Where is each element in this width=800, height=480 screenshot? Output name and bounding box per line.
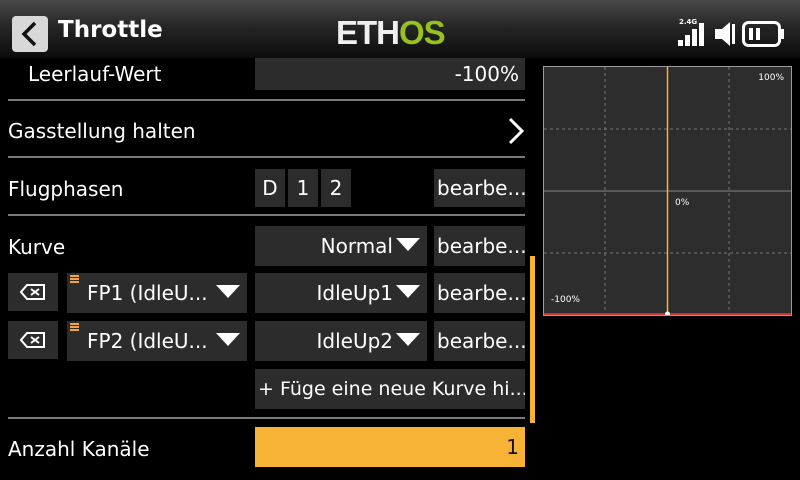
curve-select-value: Normal: [320, 234, 393, 258]
fp1-edit-button[interactable]: bearbe...: [434, 273, 525, 313]
dropdown-arrow-icon: [216, 285, 240, 298]
divider: [8, 156, 525, 158]
flight-modes-edit-button[interactable]: bearbe...: [434, 169, 525, 207]
fp1-curve-value: IdleUp1: [316, 281, 393, 305]
reorder-marker-icon: [70, 323, 79, 332]
back-arrow-icon: [21, 21, 37, 47]
fp1-curve-select[interactable]: IdleUp1: [255, 273, 427, 313]
idle-value-label: Leerlauf-Wert: [28, 62, 162, 86]
divider: [8, 417, 525, 419]
fp1-mode-select[interactable]: FP1 (IdleU...: [67, 273, 247, 313]
top-bar: Throttle ETHOS 2.4G: [0, 0, 800, 58]
add-curve-button[interactable]: + Füge eine neue Kurve hi...: [255, 369, 525, 409]
flight-modes-label: Flugphasen: [8, 177, 124, 201]
delete-icon: [19, 284, 45, 300]
flight-mode-chip-1[interactable]: 1: [288, 169, 318, 207]
graph-label-mid: 0%: [675, 198, 690, 208]
status-icons: 2.4G: [676, 18, 791, 48]
channel-count-field[interactable]: 1: [255, 427, 525, 467]
delete-icon: [19, 332, 45, 348]
fp1-mode-value: FP1 (IdleU...: [87, 281, 208, 305]
back-button[interactable]: [12, 16, 48, 52]
curve-graph-canvas: [544, 67, 791, 315]
idle-value-field[interactable]: -100%: [255, 58, 525, 90]
curve-label: Kurve: [8, 235, 66, 259]
battery-icon: [742, 21, 784, 47]
scrollbar[interactable]: [530, 256, 535, 423]
speaker-muted-icon: [715, 22, 735, 46]
dropdown-arrow-icon: [396, 333, 420, 346]
channel-count-label: Anzahl Kanäle: [8, 437, 150, 461]
dropdown-arrow-icon: [396, 238, 420, 251]
flight-mode-chip-2[interactable]: 2: [321, 169, 351, 207]
graph-label-min: -100%: [551, 295, 580, 305]
ethos-logo: ETHOS: [336, 14, 446, 51]
delete-curve-button-2[interactable]: [8, 321, 58, 359]
chevron-right-icon[interactable]: [507, 117, 525, 145]
reorder-marker-icon: [70, 275, 79, 284]
curve-edit-button[interactable]: bearbe...: [434, 226, 525, 266]
curve-graph: 100% 0% -100%: [543, 66, 792, 316]
fp2-curve-value: IdleUp2: [316, 329, 393, 353]
graph-label-max: 100%: [758, 73, 784, 83]
divider: [8, 99, 525, 101]
fp2-mode-value: FP2 (IdleU...: [87, 329, 208, 353]
page-title: Throttle: [58, 17, 163, 43]
delete-curve-button-1[interactable]: [8, 273, 58, 311]
dropdown-arrow-icon: [216, 333, 240, 346]
divider: [8, 214, 525, 216]
signal-bars-icon: [678, 23, 704, 46]
dropdown-arrow-icon: [396, 285, 420, 298]
throttle-hold-label: Gasstellung halten: [8, 119, 196, 143]
fp2-curve-select[interactable]: IdleUp2: [255, 321, 427, 361]
input-cursor-dot: [665, 311, 670, 315]
fp2-mode-select[interactable]: FP2 (IdleU...: [67, 321, 247, 361]
fp2-edit-button[interactable]: bearbe...: [434, 321, 525, 361]
flight-mode-chip-d[interactable]: D: [255, 169, 285, 207]
curve-select[interactable]: Normal: [255, 226, 427, 266]
